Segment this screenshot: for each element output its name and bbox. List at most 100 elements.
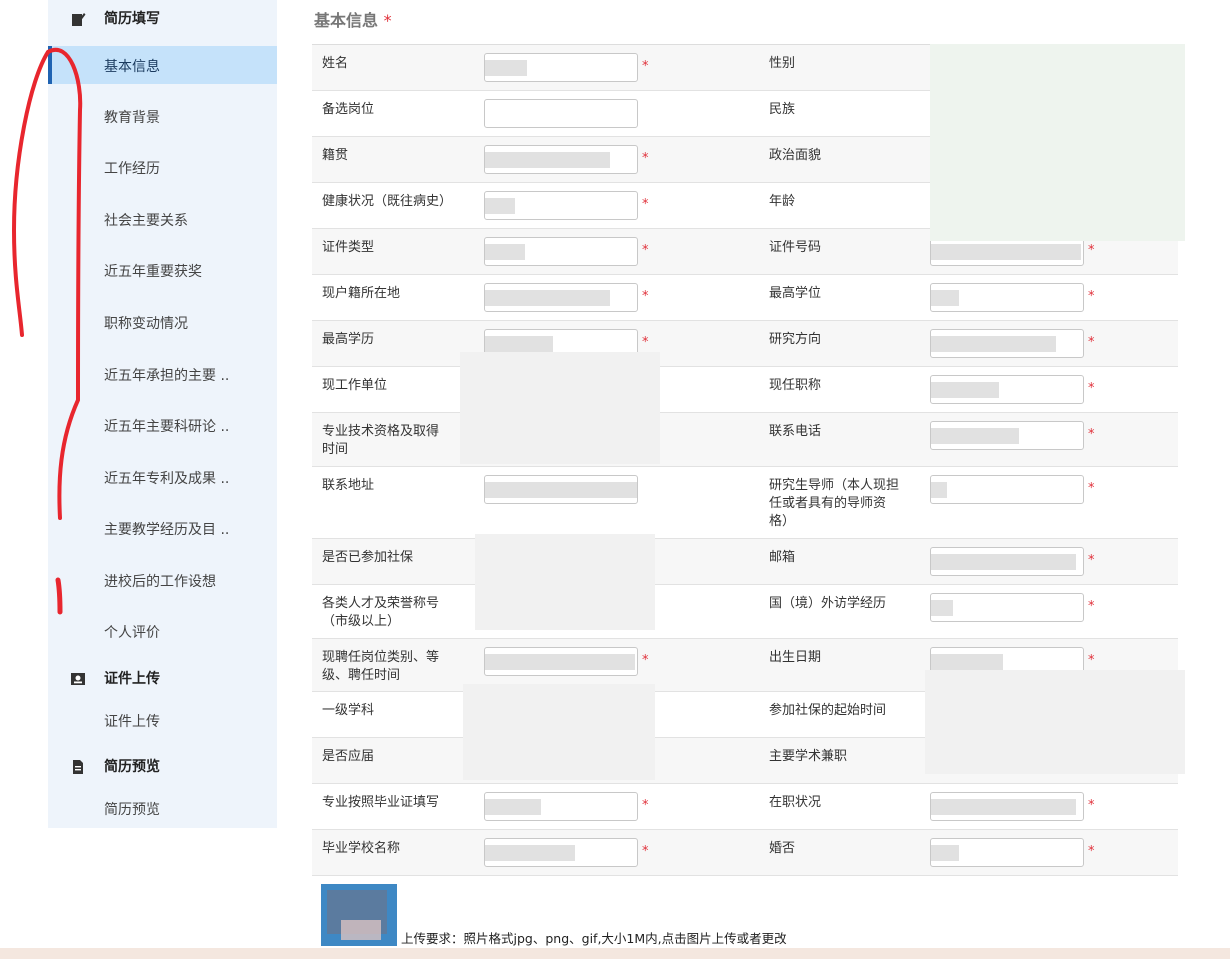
employment-status-select[interactable] — [930, 792, 1084, 821]
field-label: 联系电话 — [769, 424, 822, 439]
field-label: 国（境）外访学经历 — [769, 596, 887, 611]
field-label: 证件类型 — [322, 240, 375, 255]
field-label: 是否应届 — [322, 749, 375, 764]
required-star: * — [642, 289, 649, 304]
field-label: 姓名 — [322, 56, 349, 71]
field-label: 邮箱 — [769, 550, 796, 565]
field-label: 现户籍所在地 — [322, 286, 401, 301]
bottom-strip — [0, 948, 1230, 959]
field-label: 参加社保的起始时间 — [769, 703, 887, 718]
field-label: 婚否 — [769, 841, 796, 856]
field-label: 一级学科 — [322, 703, 375, 718]
section-certificate-upload: 证件上传 — [48, 660, 277, 696]
required-star: * — [642, 243, 649, 258]
form-row: 专业技术资格及取得时间 联系电话 * — [312, 413, 1178, 467]
form-row: 各类人才及荣誉称号（市级以上） 国（境）外访学经历 * — [312, 585, 1178, 639]
health-status-input[interactable] — [484, 191, 638, 220]
field-label: 健康状况（既往病史） — [322, 194, 453, 209]
field-label: 研究生导师（本人现担任或者具有的导师资格） — [769, 478, 900, 529]
redacted-area — [925, 670, 1185, 774]
form-row: 最高学历 * 研究方向 * — [312, 321, 1178, 367]
form-row: 是否已参加社保 邮箱 * — [312, 539, 1178, 585]
field-label: 研究方向 — [769, 332, 822, 347]
section-title: 简历预览 — [104, 759, 160, 775]
page-title: 基本信息 * — [314, 7, 392, 31]
required-star: * — [1088, 553, 1095, 568]
field-label: 年龄 — [769, 194, 796, 209]
required-star: * — [1088, 381, 1095, 396]
field-label: 专业技术资格及取得时间 — [322, 424, 440, 457]
section-title: 证件上传 — [104, 671, 160, 687]
field-label: 现聘任岗位类别、等级、聘任时间 — [322, 650, 440, 683]
field-label: 联系地址 — [322, 478, 375, 493]
section-resume-preview: 简历预览 — [48, 748, 277, 784]
sidebar-item-resume-preview[interactable]: 简历预览 — [48, 789, 277, 827]
form-row: 专业按照毕业证填写 * 在职状况 * — [312, 784, 1178, 830]
redacted-area — [460, 352, 660, 464]
native-place-input[interactable] — [484, 145, 638, 174]
form-row: 现户籍所在地 * 最高学位 * — [312, 275, 1178, 321]
required-star: * — [1088, 599, 1095, 614]
id-type-select[interactable] — [484, 237, 638, 266]
field-label: 最高学历 — [322, 332, 375, 347]
field-label: 证件号码 — [769, 240, 822, 255]
field-label: 各类人才及荣誉称号（市级以上） — [322, 596, 440, 629]
required-star: * — [642, 798, 649, 813]
required-star: * — [1088, 427, 1095, 442]
required-star: * — [642, 844, 649, 859]
required-star: * — [642, 151, 649, 166]
id-card-icon — [71, 673, 85, 685]
field-label: 在职状况 — [769, 795, 822, 810]
required-star: * — [1088, 289, 1095, 304]
redacted-area — [463, 684, 655, 780]
redacted-area — [475, 534, 655, 630]
required-star: * — [1088, 844, 1095, 859]
email-input[interactable] — [930, 547, 1084, 576]
page-title-text: 基本信息 — [314, 11, 379, 30]
phone-input[interactable] — [930, 421, 1084, 450]
required-star: * — [1088, 335, 1095, 350]
marital-status-select[interactable] — [930, 838, 1084, 867]
photo-upload[interactable] — [321, 884, 397, 946]
address-input[interactable] — [484, 475, 638, 504]
field-label: 主要学术兼职 — [769, 749, 848, 764]
household-location-input[interactable] — [484, 283, 638, 312]
field-label: 备选岗位 — [322, 102, 375, 117]
highest-degree-select[interactable] — [930, 283, 1084, 312]
required-star: * — [1088, 243, 1095, 258]
field-label: 毕业学校名称 — [322, 841, 401, 856]
document-icon — [73, 760, 83, 774]
current-title-input[interactable] — [930, 375, 1084, 404]
supervisor-input[interactable] — [930, 475, 1084, 504]
employment-category-input[interactable] — [484, 647, 638, 676]
field-label: 出生日期 — [769, 650, 822, 665]
alternate-position-input[interactable] — [484, 99, 638, 128]
overseas-visit-input[interactable] — [930, 593, 1084, 622]
form-row: 毕业学校名称 * 婚否 * — [312, 830, 1178, 876]
id-number-input[interactable] — [930, 237, 1084, 266]
sidebar-item-certificate-upload[interactable]: 证件上传 — [48, 701, 277, 739]
field-label: 性别 — [769, 56, 796, 71]
upload-requirements: 上传要求：照片格式jpg、png、gif,大小1M内,点击图片上传或者更改 — [401, 931, 787, 946]
graduation-school-input[interactable] — [484, 838, 638, 867]
name-input[interactable] — [484, 53, 638, 82]
major-input[interactable] — [484, 792, 638, 821]
field-label: 是否已参加社保 — [322, 550, 414, 565]
form-row: 联系地址 研究生导师（本人现担任或者具有的导师资格） * — [312, 467, 1178, 539]
field-label: 政治面貌 — [769, 148, 822, 163]
required-star: * — [1088, 798, 1095, 813]
main-content: 基本信息 * 姓名 * 性别 备选岗位 民族 籍贯 * 政治面貌 健康状况（既往… — [285, 0, 1230, 959]
sidebar-item-label: 证件上传 — [104, 714, 160, 730]
field-label: 现任职称 — [769, 378, 822, 393]
field-label: 现工作单位 — [322, 378, 388, 393]
required-star: * — [642, 335, 649, 350]
field-label: 民族 — [769, 102, 796, 117]
required-star: * — [642, 59, 649, 74]
redacted-area — [930, 44, 1185, 241]
field-label: 籍贯 — [322, 148, 349, 163]
field-label: 最高学位 — [769, 286, 822, 301]
research-direction-input[interactable] — [930, 329, 1084, 358]
required-star: * — [1088, 653, 1095, 668]
required-star: * — [383, 11, 392, 30]
sidebar-item-label: 简历预览 — [104, 802, 160, 818]
